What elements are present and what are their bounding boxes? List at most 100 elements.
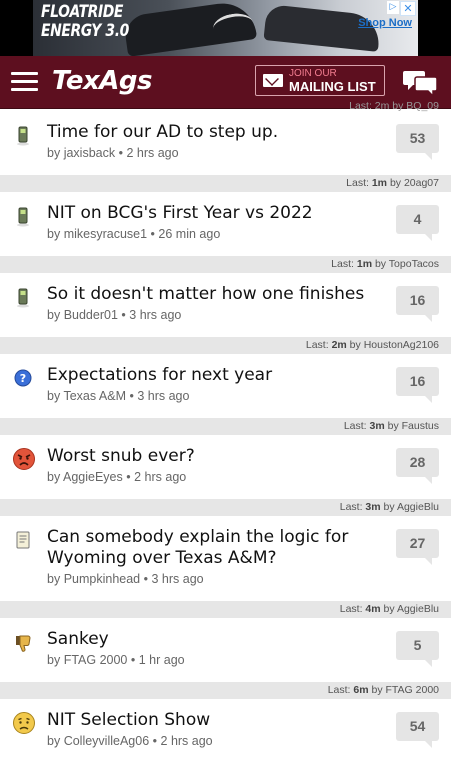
last-post-bar[interactable]: Last: 1m by 20ag07 xyxy=(0,175,451,192)
by-label: by xyxy=(47,389,61,403)
question-icon: ? xyxy=(14,369,32,387)
ad-shop-now-link[interactable]: Shop Now xyxy=(358,17,412,29)
last-post-bar[interactable]: Last: 6m by FTAG 2000 xyxy=(0,682,451,699)
thread-item[interactable]: Worst snub ever? by AggieEyes • 2 hrs ag… xyxy=(0,435,451,499)
thread-title[interactable]: Time for our AD to step up. xyxy=(47,122,385,143)
thread-item[interactable]: So it doesn't matter how one finishes by… xyxy=(0,273,451,337)
by-label: by xyxy=(47,572,61,586)
separator: • xyxy=(152,734,158,748)
by-label: by xyxy=(47,308,61,322)
last-post-time: 4m xyxy=(365,603,381,615)
last-post-info-partial: Last: 2m by BQ_09 xyxy=(349,100,439,112)
mailing-list-bottom-label: MAILING LIST xyxy=(289,79,376,94)
thread-byline: by Budder01 • 3 hrs ago xyxy=(47,308,181,323)
thread-title[interactable]: NIT on BCG's First Year vs 2022 xyxy=(47,203,385,224)
thread-age: 2 hrs ago xyxy=(126,146,179,160)
last-post-time: 1m xyxy=(371,177,388,189)
thread-author[interactable]: FTAG 2000 xyxy=(64,653,128,667)
thread-item[interactable]: ? Expectations for next year by Texas A&… xyxy=(0,354,451,418)
reply-count-badge[interactable]: 28 xyxy=(396,448,439,484)
thread-byline: by Pumpkinhead • 3 hrs ago xyxy=(47,572,204,587)
thread-age: 1 hr ago xyxy=(138,653,185,667)
thread-age: 2 hrs ago xyxy=(134,470,187,484)
thread-item[interactable]: NIT Selection Show by ColleyvilleAg06 • … xyxy=(0,699,451,763)
last-post-user[interactable]: 20ag07 xyxy=(404,177,439,189)
last-post-user[interactable]: AggieBlu xyxy=(397,603,439,615)
menu-icon[interactable] xyxy=(11,72,38,92)
thread-byline: by jaxisback • 2 hrs ago xyxy=(47,146,179,161)
ad-close-icon[interactable]: ✕ xyxy=(400,1,416,16)
ad-headline: FLOATRIDE ENERGY 3.0 xyxy=(41,2,129,41)
thread-title[interactable]: Worst snub ever? xyxy=(47,446,385,467)
thread-age: 26 min ago xyxy=(158,227,221,241)
phone-icon xyxy=(17,207,29,227)
thread-age: 3 hrs ago xyxy=(151,572,204,586)
thread-author[interactable]: Texas A&M xyxy=(63,389,126,403)
reply-count-badge[interactable]: 4 xyxy=(396,205,439,241)
reply-count-badge[interactable]: 16 xyxy=(396,286,439,322)
envelope-icon xyxy=(263,74,283,87)
last-post-time: 3m xyxy=(365,501,381,513)
thread-item[interactable]: Sankey by FTAG 2000 • 1 hr ago 5 xyxy=(0,618,451,682)
site-logo[interactable]: TexAgs xyxy=(52,66,153,96)
svg-text:?: ? xyxy=(20,372,26,385)
thread-title[interactable]: Sankey xyxy=(47,629,385,650)
by-label: by xyxy=(47,470,61,484)
last-post-user[interactable]: Faustus xyxy=(402,420,439,432)
thread-title-line-2[interactable]: Wyoming over Texas A&M? xyxy=(47,548,385,569)
thread-author[interactable]: jaxisback xyxy=(64,146,115,160)
reply-count-badge[interactable]: 53 xyxy=(396,124,439,160)
thread-byline: by ColleyvilleAg06 • 2 hrs ago xyxy=(47,734,213,749)
thread-author[interactable]: Budder01 xyxy=(64,308,118,322)
thumbs-down-icon xyxy=(16,635,31,652)
by-label: by xyxy=(47,734,61,748)
reply-count-badge[interactable]: 16 xyxy=(396,367,439,403)
by-label: by xyxy=(389,177,402,189)
separator: • xyxy=(118,146,123,160)
thread-list: Last: 2m by BQ_09 Time for our AD to ste… xyxy=(0,100,451,763)
reply-count-badge[interactable]: 5 xyxy=(396,631,439,667)
last-post-bar[interactable]: Last: 1m by TopoTacos xyxy=(0,256,451,273)
thread-title[interactable]: Can somebody explain the logic for xyxy=(47,527,385,548)
thread-author[interactable]: AggieEyes xyxy=(63,470,123,484)
by-label: by xyxy=(383,603,395,615)
last-post-bar[interactable]: Last: 4m by AggieBlu xyxy=(0,601,451,618)
last-post-user[interactable]: FTAG 2000 xyxy=(386,684,440,696)
mailing-list-button[interactable]: JOIN OUR MAILING LIST xyxy=(255,65,385,96)
separator: • xyxy=(143,572,149,586)
ad-banner[interactable]: FLOATRIDE ENERGY 3.0 Shop Now ▷ ✕ xyxy=(0,0,451,56)
last-post-bar[interactable]: Last: 2m by HoustonAg2106 xyxy=(0,337,451,354)
ad-choices-icon[interactable]: ▷ xyxy=(387,1,399,14)
separator: • xyxy=(130,653,136,667)
by-label: by xyxy=(374,258,387,270)
thread-title[interactable]: So it doesn't matter how one finishes xyxy=(47,284,385,305)
last-post-time: 6m xyxy=(353,684,369,696)
thread-item[interactable]: Last: 2m by BQ_09 Time for our AD to ste… xyxy=(0,100,451,175)
thread-title[interactable]: NIT Selection Show xyxy=(47,710,385,731)
separator: • xyxy=(129,389,134,403)
by-label: by xyxy=(371,684,383,696)
angry-face-icon xyxy=(13,448,35,470)
thread-author[interactable]: ColleyvilleAg06 xyxy=(64,734,149,748)
last-post-bar[interactable]: Last: 3m by Faustus xyxy=(0,418,451,435)
thread-author[interactable]: Pumpkinhead xyxy=(64,572,140,586)
last-post-bar[interactable]: Last: 3m by AggieBlu xyxy=(0,499,451,516)
ad-image[interactable]: FLOATRIDE ENERGY 3.0 Shop Now ▷ ✕ xyxy=(33,0,418,56)
last-post-user[interactable]: HoustonAg2106 xyxy=(364,339,439,351)
reply-count-badge[interactable]: 27 xyxy=(396,529,439,565)
chat-icon[interactable] xyxy=(403,68,439,98)
last-post-user[interactable]: AggieBlu xyxy=(397,501,439,513)
last-label: Last: xyxy=(305,339,329,351)
last-label: Last: xyxy=(331,258,354,270)
thread-item[interactable]: Can somebody explain the logic for Wyomi… xyxy=(0,516,451,601)
thread-title[interactable]: Expectations for next year xyxy=(47,365,385,386)
thread-author[interactable]: mikesyracuse1 xyxy=(64,227,147,241)
by-label: by xyxy=(387,420,399,432)
last-post-user[interactable]: TopoTacos xyxy=(389,258,439,270)
by-label: by xyxy=(349,339,361,351)
phone-icon xyxy=(17,126,29,146)
thread-age: 2 hrs ago xyxy=(160,734,213,748)
thread-item[interactable]: NIT on BCG's First Year vs 2022 by mikes… xyxy=(0,192,451,256)
separator: • xyxy=(126,470,131,484)
reply-count-badge[interactable]: 54 xyxy=(396,712,439,748)
